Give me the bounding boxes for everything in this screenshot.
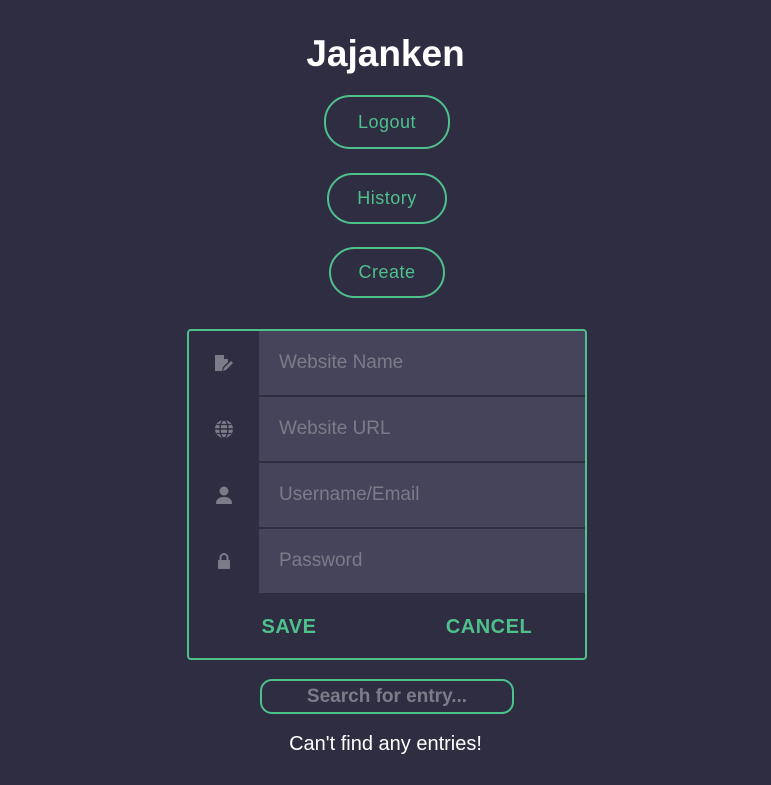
username-input[interactable] xyxy=(259,463,585,527)
website-name-input[interactable] xyxy=(259,331,585,395)
password-input[interactable] xyxy=(259,529,585,593)
website-name-row xyxy=(189,331,585,395)
username-row xyxy=(189,463,585,527)
edit-document-icon xyxy=(189,331,259,395)
save-button[interactable]: SAVE xyxy=(249,603,329,651)
lock-icon xyxy=(189,529,259,593)
website-url-input[interactable] xyxy=(259,397,585,461)
website-url-row xyxy=(189,397,585,461)
globe-icon xyxy=(189,397,259,461)
empty-entries-message: Can't find any entries! xyxy=(289,733,482,755)
password-row xyxy=(189,529,585,593)
entry-form: SAVE CANCEL xyxy=(187,329,587,660)
app-title: Jajanken xyxy=(306,33,465,74)
history-button[interactable]: History xyxy=(327,173,447,224)
search-input[interactable] xyxy=(260,679,514,714)
logout-button[interactable]: Logout xyxy=(324,95,450,149)
create-button[interactable]: Create xyxy=(329,247,445,298)
cancel-button[interactable]: CANCEL xyxy=(439,603,539,651)
user-icon xyxy=(189,463,259,527)
